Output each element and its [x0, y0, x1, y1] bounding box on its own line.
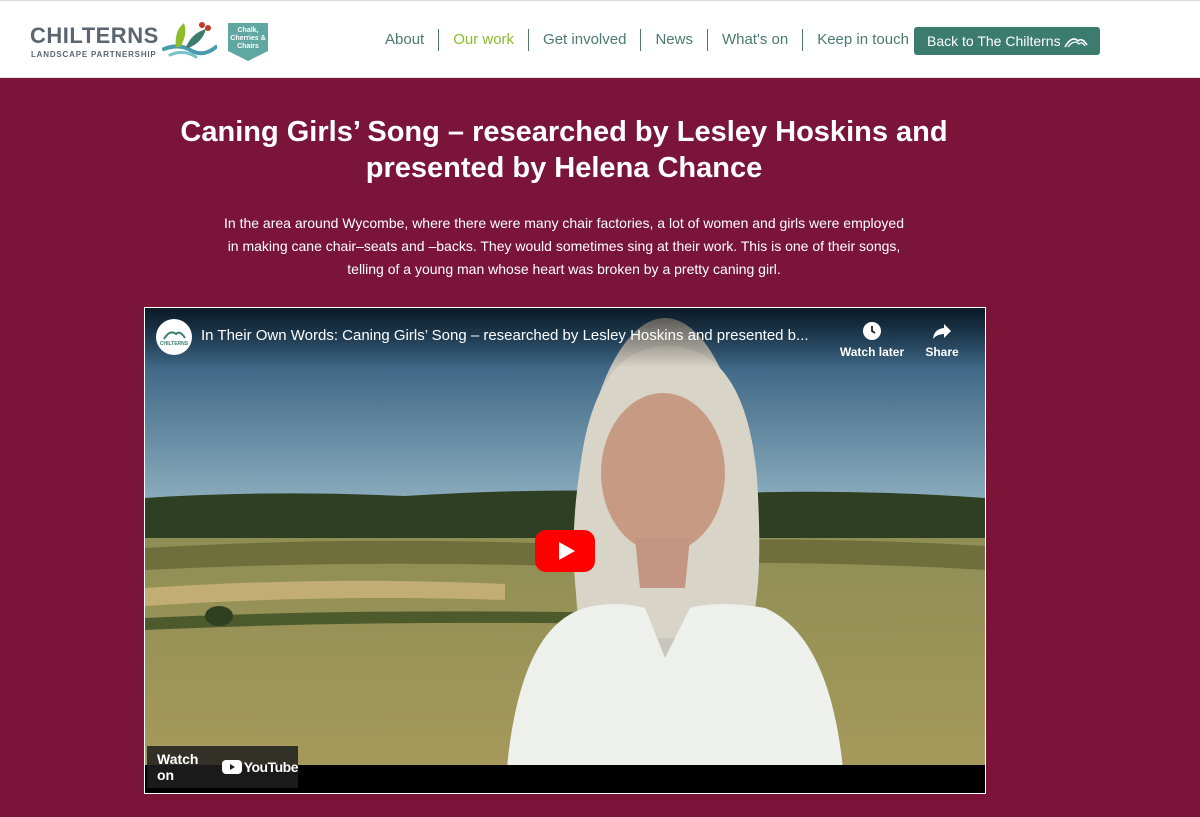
nav-news[interactable]: News [641, 29, 708, 51]
chilterns-logo[interactable]: CHILTERNS LANDSCAPE PARTNERSHIP Chalk, C… [30, 17, 280, 65]
watch-later-button[interactable]: Watch later [835, 320, 909, 359]
page-title: Caning Girls’ Song – researched by Lesle… [180, 116, 948, 184]
channel-avatar[interactable]: CHILTERNS [156, 319, 192, 355]
watch-later-label: Watch later [839, 345, 905, 359]
video-title[interactable]: In Their Own Words: Caning Girls’ Song –… [201, 327, 841, 344]
logo-wordmark: CHILTERNS [30, 23, 159, 48]
youtube-wordmark: YouTube [243, 759, 299, 775]
nav-keep-in-touch[interactable]: Keep in touch [803, 29, 923, 51]
youtube-video-embed[interactable]: CHILTERNS In Their Own Words: Caning Gir… [144, 307, 986, 794]
site-header: CHILTERNS LANDSCAPE PARTNERSHIP Chalk, C… [0, 0, 1200, 78]
share-button[interactable]: Share [917, 320, 967, 359]
channel-avatar-label: CHILTERNS [159, 341, 189, 347]
share-arrow-icon [933, 324, 951, 339]
nav-about[interactable]: About [371, 29, 440, 51]
logo-leaf-icon [162, 22, 217, 59]
youtube-play-icon [221, 760, 242, 774]
nav-get-involved[interactable]: Get involved [529, 29, 642, 51]
nav-whats-on[interactable]: What's on [708, 29, 804, 51]
watch-on-youtube-button[interactable]: Watch on YouTube [147, 746, 299, 788]
logo-subtitle: LANDSCAPE PARTNERSHIP [31, 50, 157, 59]
play-icon[interactable] [535, 530, 595, 572]
hills-icon [1064, 38, 1088, 48]
logo-badge-text: Chalk, Cherries & Chairs [230, 27, 266, 50]
clock-icon [863, 322, 881, 340]
youtube-logo: YouTube [221, 759, 299, 775]
back-to-chilterns-button[interactable]: Back to The Chilterns [914, 27, 1100, 55]
page-description: In the area around Wycombe, where there … [224, 215, 904, 277]
main-navigation: About Our work Get involved News What's … [371, 27, 923, 53]
share-label: Share [925, 345, 959, 359]
nav-our-work[interactable]: Our work [439, 29, 530, 51]
channel-logo-icon [163, 331, 186, 340]
watch-on-label: Watch on [157, 751, 199, 783]
back-button-label: Back to The Chilterns [927, 33, 1061, 49]
